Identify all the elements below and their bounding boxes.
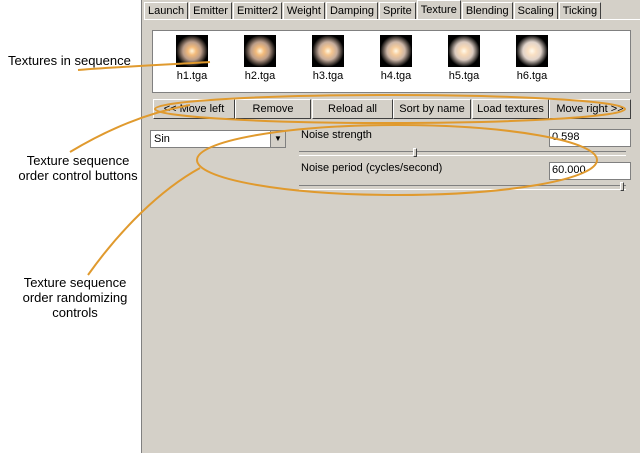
tab-scaling[interactable]: Scaling (513, 2, 558, 19)
tab-sprite[interactable]: Sprite (378, 2, 416, 19)
tab-damping[interactable]: Damping (325, 2, 378, 19)
chevron-down-icon[interactable]: ▼ (270, 131, 285, 147)
move-right-button[interactable]: Move right >> (549, 99, 631, 119)
tab-emitter2[interactable]: Emitter2 (232, 2, 282, 19)
texture-thumbnail (516, 35, 548, 67)
annotation-randomizing-controls: Texture sequence order randomizing contr… (5, 275, 145, 320)
reload-all-button[interactable]: Reload all (312, 99, 393, 119)
noise-mode-value: Sin (154, 133, 170, 145)
tab-blending[interactable]: Blending (461, 2, 513, 19)
noise-strength-field[interactable]: 0.598 (549, 129, 631, 147)
move-left-button[interactable]: << Move left (153, 99, 235, 119)
noise-strength-label: Noise strength (301, 129, 372, 141)
annotation-line: Texture sequence (23, 275, 127, 290)
texture-item[interactable]: h1.tga (162, 35, 222, 82)
tab-launch[interactable]: Launch (144, 2, 189, 19)
annotation-order-control-buttons: Texture sequence order control buttons (8, 153, 148, 183)
texture-filename: h3.tga (312, 70, 344, 82)
annotation-line: order control buttons (18, 168, 138, 183)
annotation-line: Texture sequence (26, 153, 130, 168)
texture-thumbnail (244, 35, 276, 67)
noise-strength-slider-thumb[interactable] (412, 148, 417, 157)
texture-thumbnail (448, 35, 480, 67)
texture-item[interactable]: h3.tga (298, 35, 358, 82)
texture-filename: h1.tga (176, 70, 208, 82)
noise-period-label: Noise period (cycles/second) (301, 162, 443, 174)
texture-filename: h4.tga (380, 70, 412, 82)
texture-item[interactable]: h4.tga (366, 35, 426, 82)
texture-filename: h6.tga (516, 70, 548, 82)
annotation-textures-in-sequence: Textures in sequence (8, 53, 131, 68)
tab-texture[interactable]: Texture (416, 0, 461, 19)
noise-period-slider-thumb[interactable] (620, 182, 624, 191)
load-textures-button[interactable]: Load textures (472, 99, 549, 119)
texture-thumbnail (380, 35, 412, 67)
texture-filename: h2.tga (244, 70, 276, 82)
tab-divider (144, 19, 640, 20)
annotation-line: controls (52, 305, 98, 320)
sort-by-name-button[interactable]: Sort by name (393, 99, 471, 119)
texture-item[interactable]: h2.tga (230, 35, 290, 82)
tab-emitter[interactable]: Emitter (189, 2, 232, 19)
noise-period-field[interactable]: 60.000 (549, 162, 631, 180)
noise-period-slider-track[interactable] (299, 185, 626, 190)
remove-button[interactable]: Remove (235, 99, 311, 119)
texture-thumbnail (176, 35, 208, 67)
tab-ticking[interactable]: Ticking (558, 2, 602, 19)
tab-bar: Launch Emitter Emitter2 Weight Damping Sprite… (144, 0, 602, 20)
noise-mode-select[interactable]: Sin ▼ (150, 130, 286, 148)
tab-weight[interactable]: Weight (282, 2, 325, 19)
texture-thumbnail (312, 35, 344, 67)
texture-filename: h5.tga (448, 70, 480, 82)
texture-sequence-list[interactable]: h1.tga h2.tga h3.tga h4.tga h5.tga h6.tga (152, 30, 631, 93)
noise-strength-slider-track[interactable] (299, 151, 626, 156)
annotation-line: order randomizing (22, 290, 128, 305)
texture-item[interactable]: h5.tga (434, 35, 494, 82)
texture-item[interactable]: h6.tga (502, 35, 562, 82)
